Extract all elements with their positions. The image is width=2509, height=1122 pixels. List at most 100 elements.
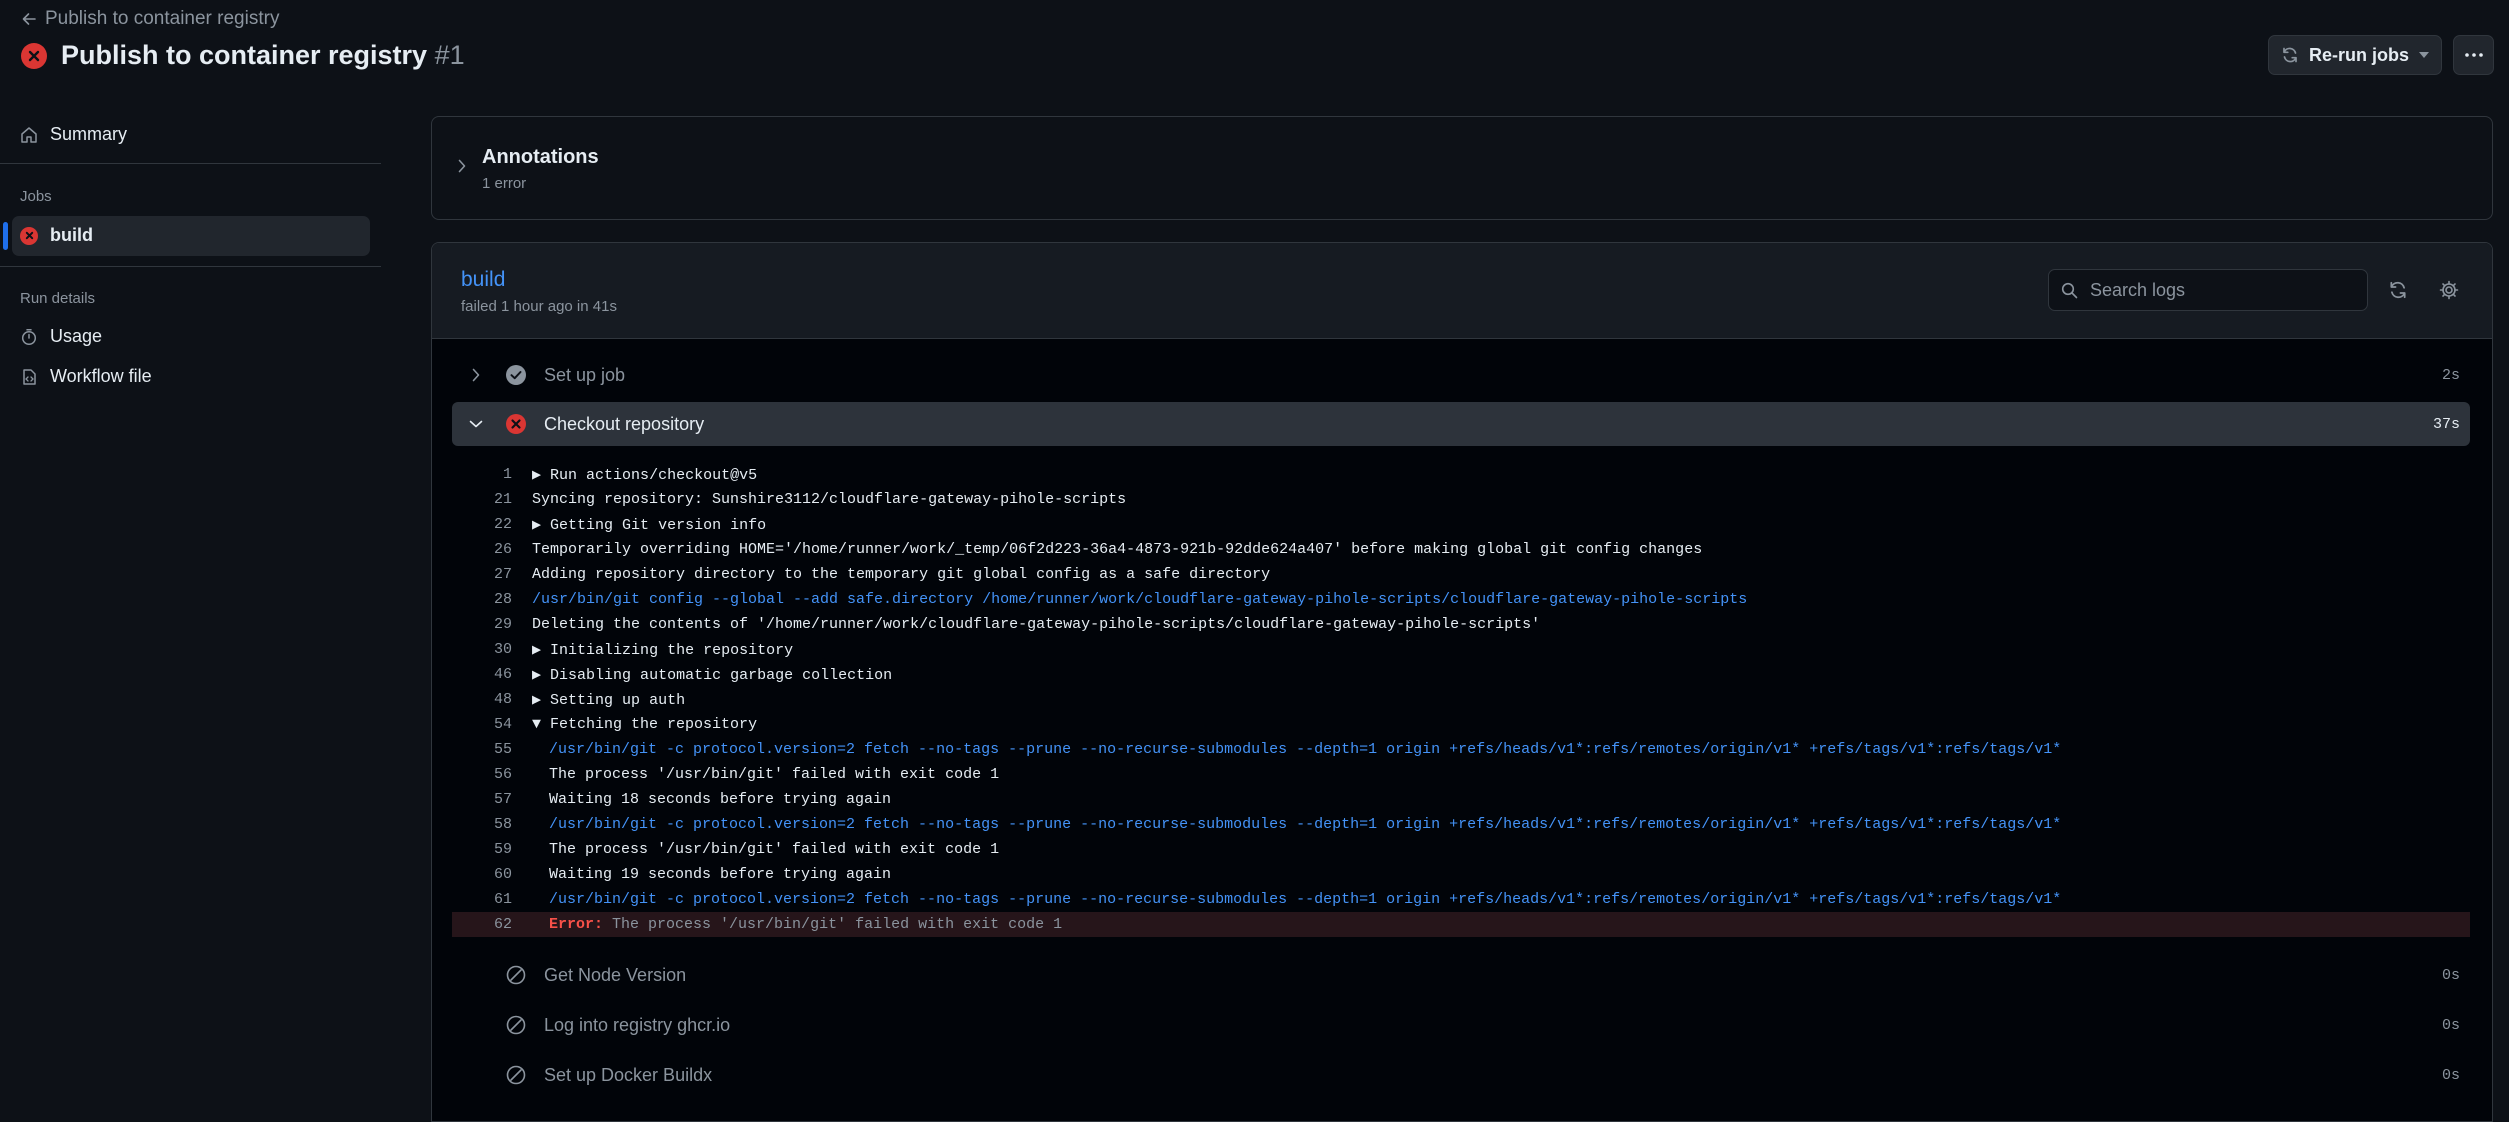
log-line: 54 ▼ Fetching the repository bbox=[452, 712, 2470, 737]
log-line-text: The process '/usr/bin/git' failed with e… bbox=[549, 841, 1000, 858]
log-line-content[interactable]: ▶ Setting up auth bbox=[532, 690, 685, 709]
rerun-jobs-label: Re-run jobs bbox=[2308, 44, 2409, 65]
log-line: 48 ▶ Setting up auth bbox=[452, 687, 2470, 712]
back-link-label[interactable]: Publish to container registry bbox=[45, 8, 279, 30]
log-line-content: The process '/usr/bin/git' failed with e… bbox=[532, 766, 999, 783]
log-output: 1 ▶ Run actions/checkout@v5 21 Syncing repo… bbox=[452, 462, 2470, 937]
error-label: Error: bbox=[549, 916, 604, 933]
log-line-content[interactable]: ▶ Getting Git version info bbox=[532, 515, 766, 534]
step-duration: 0s bbox=[2441, 966, 2460, 984]
log-line-number[interactable]: 56 bbox=[452, 766, 532, 783]
back-link[interactable]: Publish to container registry bbox=[21, 8, 279, 30]
log-line-number[interactable]: 27 bbox=[452, 566, 532, 583]
x-circle-fill-icon bbox=[20, 226, 38, 245]
log-line-text: Setting up auth bbox=[550, 692, 686, 709]
refresh-logs-button[interactable] bbox=[2383, 275, 2413, 305]
file-code-icon bbox=[20, 368, 38, 386]
log-line-content[interactable]: ▶ Disabling automatic garbage collection bbox=[532, 665, 892, 684]
step-set-up-job[interactable]: Set up job 2s bbox=[452, 353, 2470, 397]
log-line-content[interactable]: ▶ Initializing the repository bbox=[532, 640, 793, 659]
step-set-up-docker-buildx[interactable]: Set up Docker Buildx 0s bbox=[452, 1053, 2470, 1097]
log-line-content[interactable]: ▼ Fetching the repository bbox=[532, 716, 757, 733]
triangle-right-icon[interactable]: ▶ bbox=[532, 692, 541, 709]
annotations-count: 1 error bbox=[482, 175, 527, 192]
step-get-node-version[interactable]: Get Node Version 0s bbox=[452, 953, 2470, 997]
log-line-content: /usr/bin/git -c protocol.version=2 fetch… bbox=[532, 891, 2061, 908]
log-line-text: /usr/bin/git -c protocol.version=2 fetch… bbox=[549, 891, 2062, 908]
log-line: 21 Syncing repository: Sunshire3112/cloud… bbox=[452, 487, 2470, 512]
sidebar-item-label: Workflow file bbox=[50, 366, 152, 386]
more-options-button[interactable] bbox=[2453, 35, 2494, 75]
step-checkout-repository[interactable]: Checkout repository 37s bbox=[452, 402, 2470, 446]
log-line: 57 Waiting 18 seconds before trying again bbox=[452, 787, 2470, 812]
search-logs-field[interactable] bbox=[2048, 269, 2368, 311]
log-line: 26 Temporarily overriding HOME='/home/run… bbox=[452, 537, 2470, 562]
log-line-content: /usr/bin/git config --global --add safe.… bbox=[532, 591, 1747, 608]
log-line-text: Waiting 18 seconds before trying again bbox=[549, 791, 892, 808]
log-line-number[interactable]: 61 bbox=[452, 891, 532, 908]
log-line-number[interactable]: 21 bbox=[452, 491, 532, 508]
log-line-text: Syncing repository: Sunshire3112/cloudfl… bbox=[532, 491, 1127, 508]
log-line: 29 Deleting the contents of '/home/runner… bbox=[452, 612, 2470, 637]
sidebar-item-label: Summary bbox=[50, 124, 128, 144]
triangle-right-icon[interactable]: ▶ bbox=[532, 642, 541, 659]
sync-icon bbox=[2281, 46, 2299, 64]
annotations-panel[interactable] bbox=[431, 116, 2493, 220]
log-line-number[interactable]: 60 bbox=[452, 866, 532, 883]
log-line-number[interactable]: 22 bbox=[452, 516, 532, 533]
log-line-number[interactable]: 29 bbox=[452, 616, 532, 633]
sidebar-item-summary[interactable]: Summary bbox=[20, 124, 127, 145]
sidebar-item-workflow-file[interactable]: Workflow file bbox=[20, 366, 152, 387]
log-line-number[interactable]: 62 bbox=[452, 916, 532, 933]
log-line-content: Temporarily overriding HOME='/home/runne… bbox=[532, 541, 1702, 558]
chevron-right-icon[interactable] bbox=[457, 158, 467, 174]
triangle-down-icon[interactable]: ▼ bbox=[532, 716, 541, 733]
log-line: 61/usr/bin/git -c protocol.version=2 fet… bbox=[452, 887, 2470, 912]
search-logs-input[interactable] bbox=[2088, 278, 2342, 302]
log-line-text: Waiting 19 seconds before trying again bbox=[549, 866, 892, 883]
log-line: 22 ▶ Getting Git version info bbox=[452, 512, 2470, 537]
log-line-number[interactable]: 1 bbox=[452, 466, 532, 483]
log-line-number[interactable]: 59 bbox=[452, 841, 532, 858]
step-duration: 0s bbox=[2441, 1066, 2460, 1084]
skip-icon bbox=[504, 965, 528, 985]
workflow-title: Publish to container registry bbox=[61, 40, 428, 70]
log-line-number[interactable]: 26 bbox=[452, 541, 532, 558]
triangle-right-icon[interactable]: ▶ bbox=[532, 467, 541, 484]
triangle-right-icon[interactable]: ▶ bbox=[532, 517, 541, 534]
log-line-text: Adding repository directory to the tempo… bbox=[532, 566, 1271, 583]
log-line-content: /usr/bin/git -c protocol.version=2 fetch… bbox=[532, 741, 2061, 758]
log-line-number[interactable]: 28 bbox=[452, 591, 532, 608]
log-settings-button[interactable] bbox=[2434, 275, 2464, 305]
log-line-content: /usr/bin/git -c protocol.version=2 fetch… bbox=[532, 816, 2061, 833]
log-line-text: Getting Git version info bbox=[550, 517, 767, 534]
log-line-content[interactable]: ▶ Run actions/checkout@v5 bbox=[532, 465, 757, 484]
log-line-text: Disabling automatic garbage collection bbox=[550, 667, 893, 684]
log-line-number[interactable]: 58 bbox=[452, 816, 532, 833]
gear-icon bbox=[2439, 280, 2459, 300]
x-circle-fill-icon bbox=[504, 414, 528, 434]
sidebar-item-label: build bbox=[50, 225, 93, 245]
job-status-meta: failed 1 hour ago in 41s bbox=[461, 298, 617, 315]
chevron-right-icon bbox=[462, 367, 490, 383]
step-name: Log into registry ghcr.io bbox=[544, 1014, 731, 1035]
log-line-number[interactable]: 57 bbox=[452, 791, 532, 808]
triangle-down-icon bbox=[2419, 52, 2429, 58]
check-circle-fill-icon bbox=[504, 365, 528, 385]
log-line-number[interactable]: 54 bbox=[452, 716, 532, 733]
step-name: Set up Docker Buildx bbox=[544, 1064, 713, 1085]
log-line-number[interactable]: 48 bbox=[452, 691, 532, 708]
sidebar-item-build-content[interactable]: build bbox=[20, 225, 93, 246]
step-name: Get Node Version bbox=[544, 964, 687, 985]
triangle-right-icon[interactable]: ▶ bbox=[532, 667, 541, 684]
log-line-text: /usr/bin/git -c protocol.version=2 fetch… bbox=[549, 741, 2062, 758]
rerun-jobs-button[interactable]: Re-run jobs bbox=[2268, 35, 2442, 75]
job-name-link[interactable]: build bbox=[461, 268, 505, 292]
log-line-number[interactable]: 55 bbox=[452, 741, 532, 758]
log-line-number[interactable]: 46 bbox=[452, 666, 532, 683]
kebab-horizontal-icon bbox=[2464, 53, 2483, 57]
log-line-number[interactable]: 30 bbox=[452, 641, 532, 658]
step-log-into-registry-ghcr-io[interactable]: Log into registry ghcr.io 0s bbox=[452, 1003, 2470, 1047]
sidebar-item-usage[interactable]: Usage bbox=[20, 326, 102, 347]
step-name: Checkout repository bbox=[544, 413, 705, 434]
